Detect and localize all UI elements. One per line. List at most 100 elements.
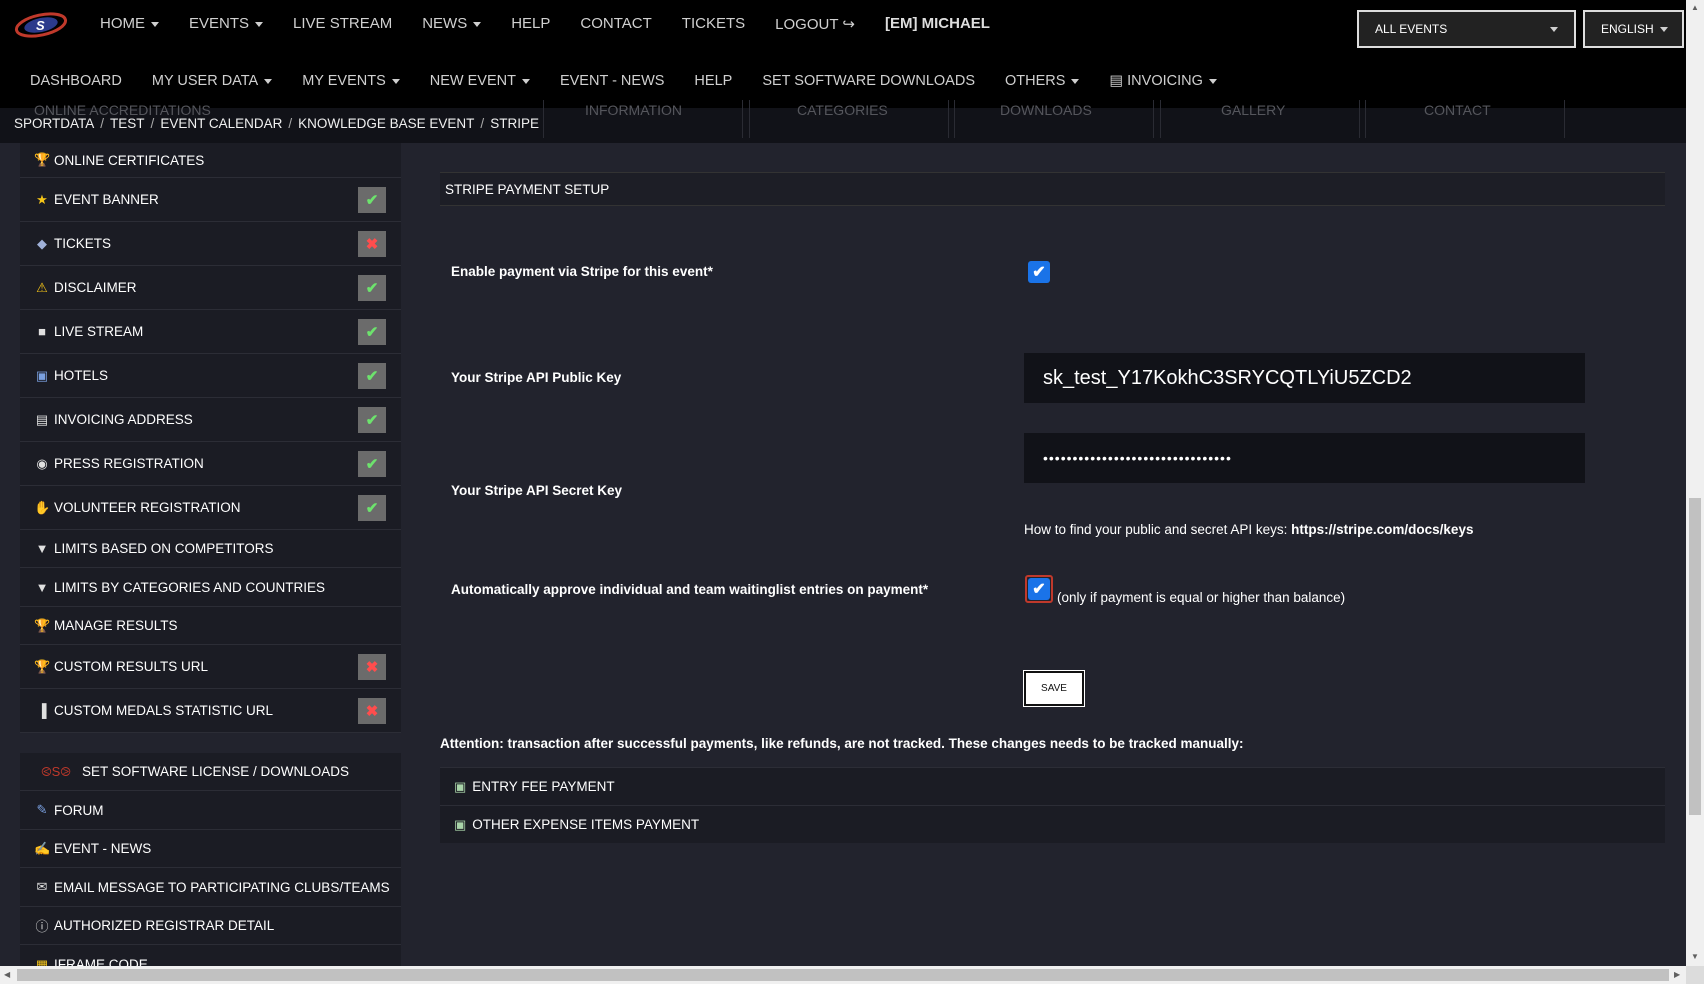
subnav-invoicing[interactable]: ▤ INVOICING [1109, 73, 1217, 89]
caret-down-icon [1071, 78, 1080, 84]
tag-icon: ◆ [37, 235, 47, 251]
document-icon: ▤ [35, 411, 49, 427]
status-ok-icon: ✔ [358, 450, 386, 477]
sidebar-item-hotels[interactable]: ▣ HOTELS ✔ [20, 354, 401, 398]
checkmark-icon: ✔ [1032, 264, 1046, 281]
sidebar-item-custom-medals-url[interactable]: ▐ CUSTOM MEDALS STATISTIC URL ✖ [20, 689, 401, 733]
sub-nav: DASHBOARD MY USER DATA MY EVENTS NEW EVE… [30, 73, 1247, 89]
tab-downloads[interactable]: DOWNLOADS [1000, 102, 1092, 118]
public-key-label: Your Stripe API Public Key [451, 370, 622, 385]
sidebar-item-volunteer-registration[interactable]: ✋ VOLUNTEER REGISTRATION ✔ [20, 486, 401, 530]
subnav-set-software-downloads[interactable]: SET SOFTWARE DOWNLOADS [762, 73, 975, 89]
status-ok-icon: ✔ [358, 494, 386, 521]
scroll-down-icon[interactable]: ▼ [1691, 952, 1699, 961]
subnav-my-user-data[interactable]: MY USER DATA [152, 73, 273, 89]
camera-icon: ◉ [36, 455, 48, 471]
secret-key-input[interactable]: •••••••••••••••••••••••••••••••• [1024, 433, 1585, 483]
user-name[interactable]: [EM] MICHAEL [885, 15, 990, 33]
sidebar-item-limits-categories[interactable]: ▼ LIMITS BY CATEGORIES AND COUNTRIES [20, 568, 401, 607]
stripe-docs-link[interactable]: https://stripe.com/docs/keys [1291, 522, 1473, 537]
sidebar-item-disclaimer[interactable]: ⚠ DISCLAIMER ✔ [20, 266, 401, 310]
status-ok-icon: ✔ [358, 274, 386, 301]
vertical-scroll-thumb[interactable] [1689, 498, 1701, 815]
horizontal-scroll-thumb[interactable] [17, 969, 1669, 981]
other-expense-payment-row[interactable]: ▣ OTHER EXPENSE ITEMS PAYMENT [440, 805, 1665, 843]
auto-approve-label: Automatically approve individual and tea… [451, 582, 929, 597]
forum-icon: ✎ [36, 802, 48, 817]
breadcrumb-event-calendar[interactable]: EVENT CALENDAR [160, 116, 282, 131]
status-ok-icon: ✔ [358, 318, 386, 345]
sidebar-item-custom-results-url[interactable]: 🏆 CUSTOM RESULTS URL ✖ [20, 645, 401, 689]
sidebar-item-press-registration[interactable]: ◉ PRESS REGISTRATION ✔ [20, 442, 401, 486]
filter-icon: ▼ [35, 541, 49, 556]
api-keys-help: How to find your public and secret API k… [1024, 522, 1474, 537]
sidebar-item-email-message[interactable]: ✉ EMAIL MESSAGE TO PARTICIPATING CLUBS/TE… [20, 868, 401, 907]
sidebar-item-software-license[interactable]: ⧀S⧁ SET SOFTWARE LICENSE / DOWNLOADS [20, 753, 401, 791]
nav-tickets[interactable]: TICKETS [682, 15, 745, 33]
breadcrumb-test[interactable]: TEST [110, 116, 145, 131]
entry-fee-payment-row[interactable]: ▣ ENTRY FEE PAYMENT [440, 767, 1665, 805]
subnav-my-events[interactable]: MY EVENTS [302, 73, 400, 89]
sidebar-item-event-banner[interactable]: ★ EVENT BANNER ✔ [20, 178, 401, 222]
sidebar-item-tickets[interactable]: ◆ TICKETS ✖ [20, 222, 401, 266]
sidebar-item-invoicing-address[interactable]: ▤ INVOICING ADDRESS ✔ [20, 398, 401, 442]
sidebar-item-limits-competitors[interactable]: ▼ LIMITS BASED ON COMPETITORS [20, 530, 401, 568]
subnav-dashboard[interactable]: DASHBOARD [30, 73, 122, 89]
subnav-new-event[interactable]: NEW EVENT [430, 73, 530, 89]
breadcrumb-knowledge-base-event[interactable]: KNOWLEDGE BASE EVENT [298, 116, 474, 131]
sidebar-item-live-stream[interactable]: ■ LIVE STREAM ✔ [20, 310, 401, 354]
scroll-left-icon[interactable]: ◀ [4, 970, 10, 979]
status-missing-icon: ✖ [358, 697, 386, 724]
language-select[interactable]: ENGLISH [1583, 10, 1684, 48]
breadcrumb-separator: / [480, 116, 485, 131]
svg-text:S: S [36, 18, 45, 33]
trophy-icon: 🏆 [34, 152, 51, 167]
caret-down-icon [255, 21, 264, 27]
caret-down-icon [151, 21, 159, 27]
event-select[interactable]: ALL EVENTS [1357, 10, 1576, 48]
enable-stripe-checkbox[interactable]: ✔ [1028, 261, 1050, 283]
money-icon: ▣ [454, 778, 467, 794]
save-button[interactable]: SAVE [1023, 670, 1085, 707]
tab-information[interactable]: INFORMATION [585, 102, 682, 118]
invoice-icon: ▤ [1109, 73, 1124, 89]
scroll-right-icon[interactable]: ▶ [1674, 970, 1680, 979]
nav-events[interactable]: EVENTS [189, 15, 264, 33]
scrollbar-corner [1686, 966, 1704, 984]
breadcrumb-separator: / [288, 116, 293, 131]
vertical-scrollbar[interactable]: ▲ ▼ [1686, 0, 1704, 966]
public-key-input[interactable]: sk_test_Y17KokhC3SRYCQTLYiU5ZCD2 [1024, 353, 1585, 403]
trophy-icon: 🏆 [34, 617, 51, 633]
nav-news[interactable]: NEWS [422, 15, 482, 33]
nav-logout[interactable]: LOGOUT ↪ [775, 15, 855, 33]
tab-contact[interactable]: CONTACT [1424, 102, 1491, 118]
subnav-others[interactable]: OTHERS [1005, 73, 1080, 89]
auto-approve-checkbox[interactable]: ✔ [1028, 578, 1050, 600]
top-nav: HOME EVENTS LIVE STREAM NEWS HELP CONTAC… [100, 15, 1020, 33]
subnav-help[interactable]: HELP [694, 73, 732, 89]
info-icon: ⓘ [35, 919, 49, 934]
nav-live-stream[interactable]: LIVE STREAM [293, 15, 392, 33]
subnav-event-news[interactable]: EVENT - NEWS [560, 73, 664, 89]
sidebar-gap [20, 733, 401, 753]
sidebar-item-event-news[interactable]: ✍ EVENT - NEWS [20, 830, 401, 868]
status-ok-icon: ✔ [358, 362, 386, 389]
nav-contact[interactable]: CONTACT [580, 15, 651, 33]
sidebar-item-registrar-detail[interactable]: ⓘ AUTHORIZED REGISTRAR DETAIL [20, 907, 401, 945]
horizontal-scrollbar[interactable]: ◀ ▶ [0, 966, 1686, 984]
nav-help[interactable]: HELP [511, 15, 550, 33]
nav-home[interactable]: HOME [100, 15, 159, 33]
caret-down-icon [1659, 26, 1668, 32]
breadcrumb: SPORTDATA / TEST / EVENT CALENDAR / KNOWLEDGE … [14, 116, 539, 131]
auto-approve-note: (only if payment is equal or higher than… [1057, 590, 1346, 605]
sportdata-logo[interactable]: S [14, 12, 68, 38]
scroll-up-icon[interactable]: ▲ [1691, 3, 1699, 12]
sidebar-item-online-certificates[interactable]: 🏆 ONLINE CERTIFICATES [20, 143, 401, 178]
suitcase-icon: ▣ [35, 367, 49, 383]
breadcrumb-sportdata[interactable]: SPORTDATA [14, 116, 94, 131]
tab-categories[interactable]: CATEGORIES [797, 102, 888, 118]
sidebar-item-forum[interactable]: ✎ FORUM [20, 791, 401, 830]
sidebar: 🏆 ONLINE CERTIFICATES ★ EVENT BANNER ✔ ◆ TIC… [20, 143, 401, 970]
sidebar-item-manage-results[interactable]: 🏆 MANAGE RESULTS [20, 607, 401, 645]
tab-gallery[interactable]: GALLERY [1221, 102, 1285, 118]
